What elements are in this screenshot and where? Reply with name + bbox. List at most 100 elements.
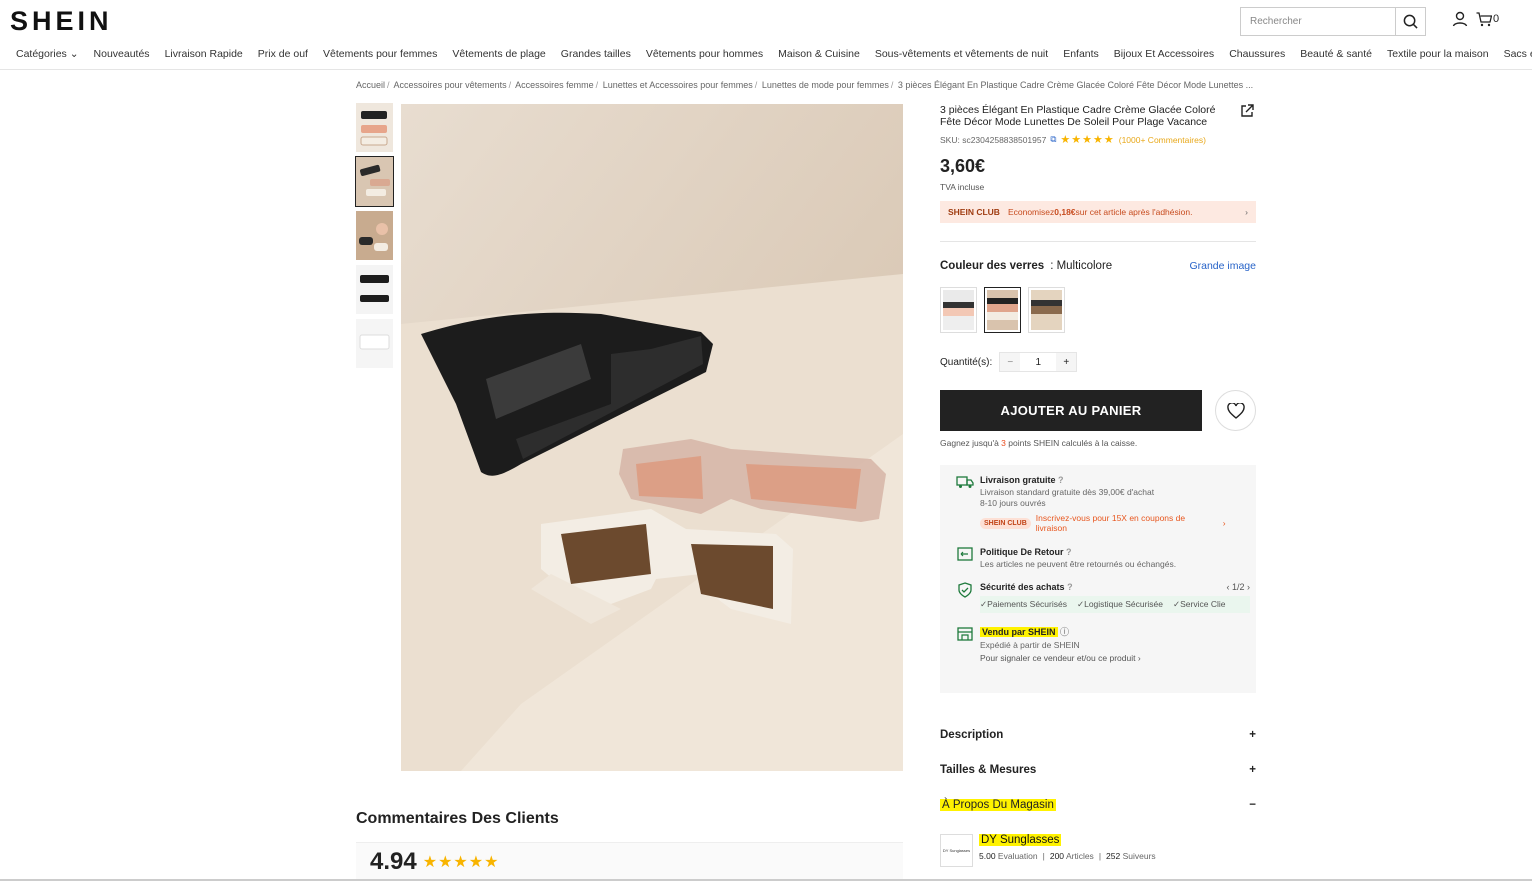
breadcrumb-separator: /: [387, 80, 390, 90]
points-note: Gagnez jusqu'à 3 points SHEIN calculés à…: [940, 438, 1256, 448]
cart-count: 0: [1493, 13, 1500, 25]
help-icon[interactable]: ?: [1067, 582, 1073, 592]
divider: [0, 69, 1532, 70]
nav-item[interactable]: Vêtements pour hommes: [646, 48, 763, 60]
thumbnail[interactable]: [356, 319, 393, 368]
store-name[interactable]: DY Sunglasses: [979, 834, 1062, 846]
add-to-cart-button[interactable]: AJOUTER AU PANIER: [940, 390, 1202, 431]
quantity-input[interactable]: 1: [1020, 353, 1056, 371]
quantity-decrease-button[interactable]: −: [1000, 353, 1021, 371]
nav-item[interactable]: Maison & Cuisine: [778, 48, 860, 60]
nav-item[interactable]: Prix de ouf: [258, 48, 308, 60]
help-icon[interactable]: ?: [1058, 475, 1064, 485]
color-label: Couleur des verres: [940, 260, 1045, 272]
chevron-right-icon: ›: [1222, 518, 1226, 528]
product-price: 3,60€: [940, 156, 986, 176]
quantity-stepper: − 1 +: [999, 352, 1078, 372]
nav-item[interactable]: Chaussures: [1229, 48, 1285, 60]
color-swatch[interactable]: [940, 287, 977, 333]
help-icon[interactable]: ?: [1066, 547, 1072, 557]
copy-icon[interactable]: ⧉: [1050, 134, 1056, 145]
store-logo[interactable]: DY Sunglasses: [940, 834, 973, 867]
accordion-sizes[interactable]: Tailles & Mesures +: [940, 764, 1256, 776]
store-rating-label: Evaluation: [997, 851, 1038, 861]
shein-club-banner[interactable]: SHEIN CLUB Economisez 0,18€ sur cet arti…: [940, 201, 1256, 223]
security-checks: ✓Paiements Sécurisés ✓Logistique Sécuris…: [980, 596, 1250, 613]
cart-button[interactable]: 0: [1476, 11, 1500, 27]
return-policy-desc: Les articles ne peuvent être retournés o…: [980, 559, 1177, 569]
nav-item[interactable]: Beauté & santé: [1300, 48, 1372, 60]
report-link[interactable]: Pour signaler ce vendeur et/ou ce produi…: [980, 653, 1141, 664]
color-swatch[interactable]: [1028, 287, 1065, 333]
breadcrumb-item[interactable]: Lunettes et Accessoires pour femmes: [603, 80, 753, 90]
sold-by-shein[interactable]: Vendu par SHEIN: [980, 627, 1058, 637]
free-shipping-desc: Livraison standard gratuite dès 39,00€ d…: [980, 487, 1155, 497]
nav-item[interactable]: Vêtements pour femmes: [323, 48, 437, 60]
search-box[interactable]: Rechercher: [1240, 7, 1426, 36]
nav-categories[interactable]: Catégories ⌄: [16, 48, 79, 60]
plus-icon: +: [1249, 764, 1256, 776]
nav-item[interactable]: Nouveautés: [94, 48, 150, 60]
rating-stars: ★★★★★: [422, 854, 500, 871]
check-label: Logistique Sécurisée: [1084, 599, 1164, 609]
store-rating: 5.00: [979, 851, 996, 861]
breadcrumb-item[interactable]: Accueil: [356, 80, 385, 90]
nav-item[interactable]: Livraison Rapide: [165, 48, 243, 60]
thumbnail[interactable]: [356, 265, 393, 314]
nav-item[interactable]: Sacs et bagages: [1504, 48, 1532, 60]
shipping-info-box: Livraison gratuite ? Livraison standard …: [940, 465, 1256, 693]
thumbnail[interactable]: [356, 103, 393, 152]
search-input[interactable]: Rechercher: [1241, 8, 1395, 35]
shipped-from: Expédié à partir de SHEIN: [980, 640, 1080, 650]
info-icon[interactable]: ⓘ: [1060, 627, 1069, 637]
cart-icon: [1476, 11, 1492, 26]
thumbnail-selected[interactable]: [355, 156, 394, 207]
quantity-increase-button[interactable]: +: [1056, 353, 1077, 371]
accordion-store[interactable]: À Propos Du Magasin −: [940, 799, 1256, 811]
truck-icon: [956, 476, 974, 488]
color-swatches: [940, 287, 1256, 333]
shein-logo[interactable]: SHEIN: [10, 6, 113, 37]
accordion-title: Tailles & Mesures: [940, 764, 1037, 776]
thumbnail-list: [355, 103, 394, 373]
club-text-pre: Economisez: [1007, 207, 1055, 217]
breadcrumb-item[interactable]: Lunettes de mode pour femmes: [762, 80, 889, 90]
breadcrumb-item[interactable]: Accessoires pour vêtements: [394, 80, 507, 90]
page-indicator: 1/2: [1231, 582, 1245, 592]
nav-item[interactable]: Enfants: [1063, 48, 1099, 60]
reviews-count-link[interactable]: (1000+ Commentaires): [1119, 135, 1206, 145]
nav-item[interactable]: Grandes tailles: [561, 48, 631, 60]
accordion-description[interactable]: Description +: [940, 729, 1256, 741]
check-item: ✓Logistique Sécurisée: [1076, 599, 1164, 609]
security-title: Sécurité des achats: [980, 582, 1065, 592]
nav-item[interactable]: Sous-vêtements et vêtements de nuit: [875, 48, 1048, 60]
nav-item[interactable]: Bijoux Et Accessoires: [1114, 48, 1214, 60]
store-stats: 5.00 Evaluation | 200 Articles | 252 Sui…: [979, 851, 1156, 861]
product-main-image[interactable]: [401, 104, 903, 771]
thumbnail[interactable]: [356, 211, 393, 260]
color-swatch-selected[interactable]: [984, 287, 1021, 333]
big-image-link[interactable]: Grande image: [1189, 260, 1256, 272]
nav-item[interactable]: Vêtements de plage: [452, 48, 545, 60]
store-articles: 200: [1049, 851, 1065, 861]
shield-icon: [958, 582, 972, 598]
share-icon[interactable]: [1240, 104, 1254, 118]
store-card[interactable]: DY Sunglasses DY Sunglasses 5.00 Evaluat…: [940, 834, 1156, 867]
category-nav: Catégories ⌄ Nouveautés Livraison Rapide…: [16, 48, 1532, 60]
breadcrumb-item[interactable]: Accessoires femme: [515, 80, 594, 90]
return-icon: [957, 547, 973, 561]
club-shipping-offer[interactable]: SHEIN CLUB Inscrivez-vous pour 15X en co…: [980, 513, 1226, 533]
points-pre: Gagnez jusqu'à: [940, 438, 1002, 448]
search-button[interactable]: [1395, 8, 1425, 35]
heart-icon: [1226, 402, 1245, 419]
wishlist-button[interactable]: [1215, 390, 1256, 431]
nav-item[interactable]: Textile pour la maison: [1387, 48, 1489, 60]
user-icon[interactable]: [1452, 11, 1468, 27]
delivery-time: 8-10 jours ouvrés: [980, 498, 1046, 508]
club-text-post: sur cet article après l'adhésion.: [1075, 207, 1193, 217]
club-offer-text: Inscrivez-vous pour 15X en coupons de li…: [1035, 513, 1186, 533]
stat-separator: |: [1098, 851, 1102, 861]
security-pager[interactable]: ‹ 1/2 ›: [1226, 582, 1250, 592]
stat-separator: |: [1042, 851, 1045, 861]
breadcrumb: Accueil / Accessoires pour vêtements / Acc…: [356, 80, 1256, 90]
